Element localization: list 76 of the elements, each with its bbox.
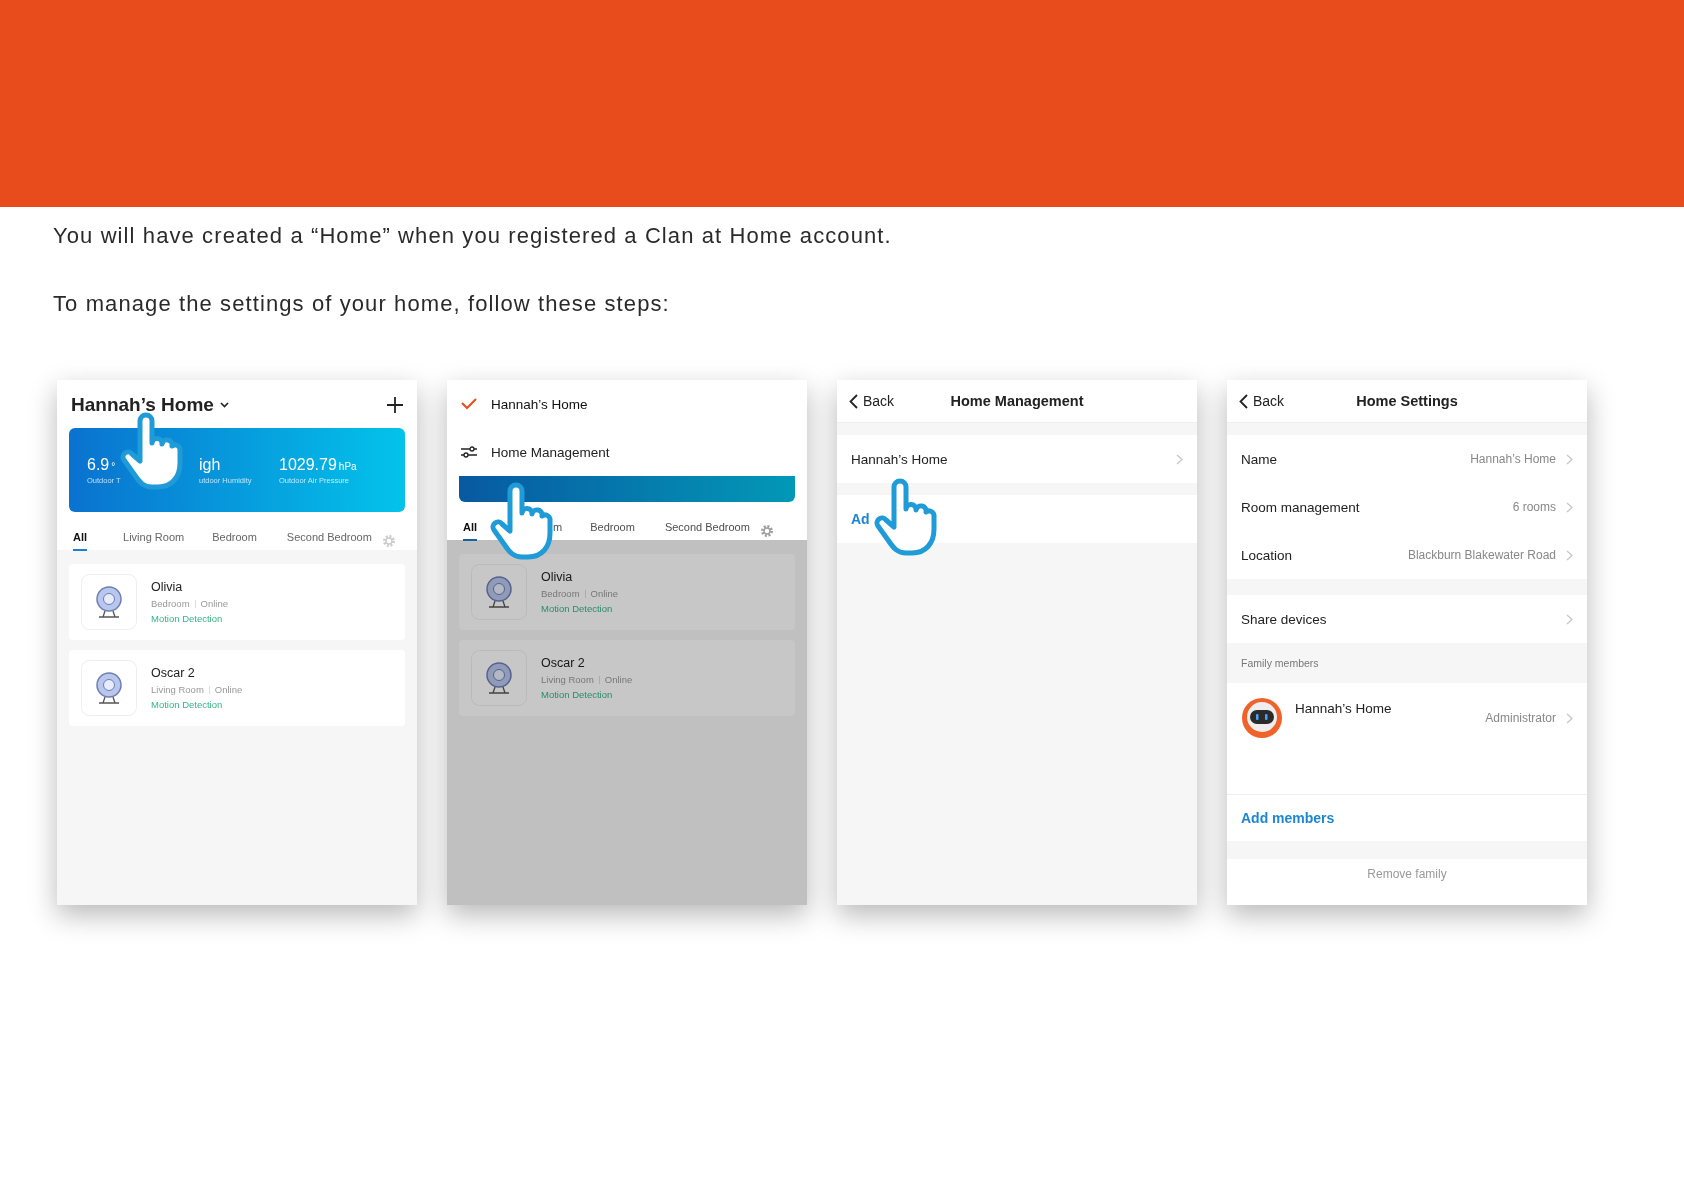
device-room: Living Room Online (151, 684, 243, 695)
menu-item[interactable]: Home Management (447, 428, 807, 476)
row-label: Share devices (1241, 611, 1327, 627)
device-card[interactable]: Olivia Bedroom Online Motion Detection (69, 564, 405, 640)
home-row[interactable]: Hannah’s Home (837, 435, 1197, 483)
device-mode: Motion Detection (541, 603, 614, 614)
device-mode: Motion Detection (151, 699, 224, 710)
screen-title: Home Settings (1356, 393, 1458, 409)
room-tab[interactable]: m (553, 521, 563, 541)
row-value: 6 rooms (1512, 500, 1556, 514)
add-home-link[interactable]: Ad (851, 511, 870, 527)
chevron-right-icon (1566, 613, 1573, 625)
row-label: Name (1241, 451, 1277, 467)
chevron-right-icon (1176, 453, 1183, 465)
home-name: Hannah’s Home (851, 451, 948, 467)
chevron-left-icon (849, 393, 858, 409)
weather-value: igh (199, 456, 222, 474)
room-tab[interactable]: Bedroom (590, 521, 635, 541)
device-room: Bedroom Online (151, 598, 229, 609)
intro-text: To manage the settings of your home, follow these steps: (53, 291, 671, 317)
member-name: Hannah’s Home (1295, 701, 1393, 716)
device-mode: Motion Detection (151, 613, 224, 624)
device-name: Oscar 2 (151, 666, 196, 680)
room-tab[interactable]: Bedroom (212, 531, 257, 551)
weather-value: 6.9° (87, 456, 117, 474)
settings-row[interactable]: Share devices (1227, 595, 1587, 643)
member-role: Administrator (1485, 711, 1556, 725)
menu-label: Hannah’s Home (491, 396, 588, 412)
add-icon[interactable] (387, 397, 403, 413)
room-tab[interactable]: Second Bedroom (286, 531, 372, 551)
room-tab[interactable]: All (463, 521, 478, 541)
robot-avatar-icon (1241, 697, 1283, 739)
settings-icon[interactable] (381, 534, 396, 548)
device-card[interactable]: Oscar 2 Living Room Online Motion Detection (69, 650, 405, 726)
hand-pointer-icon (119, 410, 185, 490)
add-members-link[interactable]: Add members (1241, 810, 1335, 826)
row-value: Blackburn Blakewater Road (1407, 548, 1556, 562)
settings-row[interactable]: Name Hannah’s Home (1227, 435, 1587, 483)
room-tab[interactable]: All (73, 531, 88, 551)
chevron-right-icon (1566, 501, 1573, 513)
device-card[interactable]: Olivia Bedroom Online Motion Detection (459, 554, 795, 630)
device-name: Olivia (541, 570, 574, 584)
device-room: Living Room Online (541, 674, 633, 685)
room-tab[interactable]: Living Room (123, 531, 185, 551)
device-name: Oscar 2 (541, 656, 586, 670)
row-label: Room management (1241, 499, 1360, 515)
chevron-right-icon (1566, 712, 1573, 724)
caret-icon (219, 402, 229, 408)
settings-row[interactable]: Room management 6 rooms (1227, 483, 1587, 531)
home-selector[interactable]: Hannah’s Home (71, 394, 229, 416)
back-button[interactable]: Back (1239, 393, 1285, 409)
device-name: Olivia (151, 580, 184, 594)
camera-icon (471, 564, 527, 620)
intro-text: You will have created a “Home” when you registered a Clan at Home account. (53, 223, 893, 249)
menu-label: Home Management (491, 444, 610, 460)
device-card[interactable]: Oscar 2 Living Room Online Motion Detection (459, 640, 795, 716)
camera-icon (81, 660, 137, 716)
chevron-left-icon (1239, 393, 1248, 409)
device-mode: Motion Detection (541, 689, 614, 700)
screen-title: Home Management (950, 393, 1084, 409)
settings-row[interactable]: Location Blackburn Blakewater Road (1227, 531, 1587, 579)
section-header: Family members (1241, 657, 1319, 669)
camera-icon (471, 650, 527, 706)
row-value: Hannah’s Home (1470, 452, 1556, 466)
row-label: Location (1241, 547, 1293, 563)
weather-value: 1029.79 hPa (279, 456, 358, 474)
menu-item[interactable]: Hannah’s Home (447, 380, 807, 428)
camera-icon (81, 574, 137, 630)
room-tab[interactable]: Second Bedroom (664, 521, 750, 541)
sliders-icon (461, 446, 477, 458)
back-button[interactable]: Back (849, 393, 895, 409)
settings-icon[interactable] (759, 524, 774, 538)
device-room: Bedroom Online (541, 588, 619, 599)
chevron-right-icon (1566, 549, 1573, 561)
chevron-right-icon (1566, 453, 1573, 465)
check-icon (461, 398, 477, 410)
